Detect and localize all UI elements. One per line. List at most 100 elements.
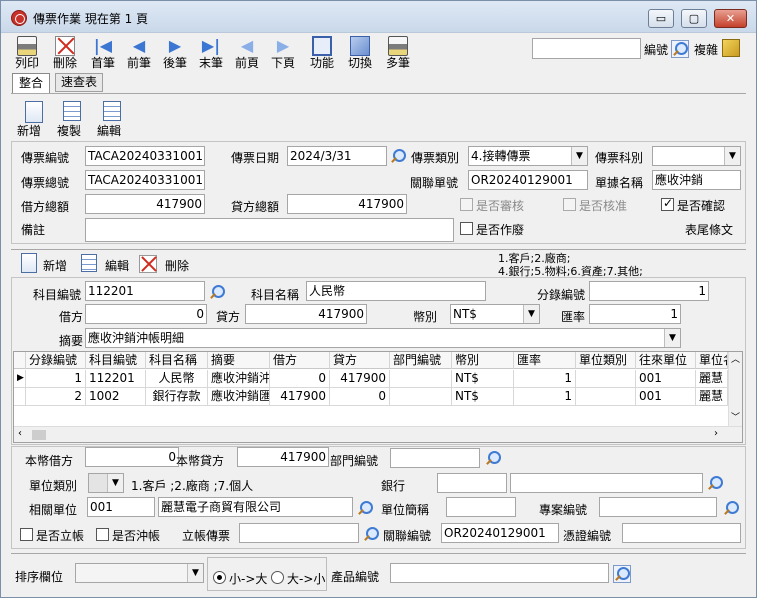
- table-cell[interactable]: [390, 370, 452, 388]
- vertical-scrollbar[interactable]: ︿ ﹀: [728, 352, 742, 426]
- tab-quick-lookup[interactable]: 速查表: [55, 73, 103, 92]
- bank-search-icon[interactable]: [707, 475, 723, 491]
- table-cell[interactable]: 2: [26, 388, 86, 406]
- related-code-field[interactable]: OR20240129001: [441, 523, 559, 543]
- credit-field[interactable]: 417900: [245, 304, 367, 324]
- column-header[interactable]: 往來單位: [636, 352, 696, 369]
- table-cell[interactable]: 417900: [330, 370, 390, 388]
- search-icon[interactable]: [671, 40, 689, 58]
- posted-checkbox[interactable]: [20, 528, 33, 541]
- next-page-button[interactable]: ▶ 下頁: [264, 34, 302, 72]
- column-header[interactable]: 貸方: [330, 352, 390, 369]
- table-cell[interactable]: 1: [514, 388, 576, 406]
- table-cell[interactable]: 112201: [86, 370, 146, 388]
- voided-checkbox[interactable]: [460, 222, 473, 235]
- voucher-subject-select[interactable]: ▼: [652, 146, 741, 166]
- last-record-button[interactable]: ▶| 末筆: [192, 34, 230, 72]
- entry-no-field[interactable]: 1: [589, 281, 709, 301]
- sort-field-select[interactable]: ▼: [75, 563, 204, 583]
- approved-checkbox[interactable]: [563, 198, 576, 211]
- delete-button[interactable]: 刪除: [46, 34, 84, 72]
- ledger-voucher-field[interactable]: [239, 523, 359, 543]
- table-cell[interactable]: 人民幣: [146, 370, 208, 388]
- table-cell[interactable]: 417900: [270, 388, 330, 406]
- voucher-date-field[interactable]: 2024/3/31: [287, 146, 387, 166]
- table-cell[interactable]: 0: [330, 388, 390, 406]
- table-cell[interactable]: 1: [26, 370, 86, 388]
- related-doc-field[interactable]: OR20240129001: [468, 170, 588, 190]
- table-cell[interactable]: 應收沖銷沖: [208, 370, 270, 388]
- summary-select[interactable]: 應收沖銷沖帳明細 ▼: [85, 328, 681, 348]
- reviewed-checkbox[interactable]: [460, 198, 473, 211]
- debit-total-field[interactable]: 417900: [85, 194, 205, 214]
- table-cell[interactable]: [390, 388, 452, 406]
- previous-record-button[interactable]: ◀ 前筆: [120, 34, 158, 72]
- column-header[interactable]: 匯率: [514, 352, 576, 369]
- print-button[interactable]: 列印: [8, 34, 46, 72]
- voucher-total-no-field[interactable]: TACA20240331001: [85, 170, 205, 190]
- column-header[interactable]: 單位名: [696, 352, 728, 369]
- table-cell[interactable]: 0: [270, 370, 330, 388]
- detail-edit-button[interactable]: 編輯: [105, 257, 129, 274]
- detail-delete-icon[interactable]: [139, 255, 157, 273]
- table-cell[interactable]: [576, 388, 636, 406]
- voucher-type-select[interactable]: 4.接轉傳票 ▼: [468, 146, 588, 166]
- new-document-icon[interactable]: [25, 101, 43, 123]
- detail-new-icon[interactable]: [21, 253, 37, 273]
- scroll-down-icon[interactable]: ﹀: [731, 410, 740, 423]
- detail-delete-button[interactable]: 刪除: [165, 257, 189, 274]
- horizontal-scroll-thumb[interactable]: [32, 430, 46, 440]
- bank-name-field[interactable]: [510, 473, 703, 493]
- detail-new-button[interactable]: 新增: [43, 257, 67, 274]
- table-cell[interactable]: 銀行存款: [146, 388, 208, 406]
- scroll-left-icon[interactable]: ‹: [18, 428, 22, 439]
- bank-code-field[interactable]: [437, 473, 507, 493]
- detail-edit-icon[interactable]: [81, 254, 97, 272]
- product-field[interactable]: [390, 563, 609, 583]
- unit-short-field[interactable]: [446, 497, 516, 517]
- column-header[interactable]: 摘要: [208, 352, 270, 369]
- scroll-right-icon[interactable]: ›: [714, 428, 718, 439]
- first-record-button[interactable]: |◀ 首筆: [84, 34, 122, 72]
- currency-select[interactable]: NT$ ▼: [450, 304, 540, 324]
- table-cell[interactable]: 001: [636, 388, 696, 406]
- table-cell[interactable]: 應收沖銷匯: [208, 388, 270, 406]
- offset-checkbox[interactable]: [96, 528, 109, 541]
- copy-document-icon[interactable]: [63, 101, 81, 121]
- previous-page-button[interactable]: ◀ 前頁: [228, 34, 266, 72]
- related-unit-name-field[interactable]: 麗慧電子商貿有限公司: [158, 497, 353, 517]
- function-button[interactable]: 功能: [303, 34, 341, 72]
- dept-search-icon[interactable]: [485, 450, 501, 466]
- table-cell[interactable]: 1002: [86, 388, 146, 406]
- local-debit-field[interactable]: 0: [85, 447, 179, 467]
- account-code-field[interactable]: 112201: [85, 281, 205, 301]
- related-unit-code-field[interactable]: 001: [87, 497, 155, 517]
- maximize-button[interactable]: ▢: [681, 9, 707, 28]
- voucher-no-field[interactable]: TACA20240331001: [85, 146, 205, 166]
- column-header[interactable]: 單位類別: [576, 352, 636, 369]
- multi-record-button[interactable]: 多筆: [379, 34, 417, 72]
- proof-field[interactable]: [622, 523, 741, 543]
- next-record-button[interactable]: ▶ 後筆: [156, 34, 194, 72]
- local-credit-field[interactable]: 417900: [237, 447, 329, 467]
- column-header[interactable]: 借方: [270, 352, 330, 369]
- new-button[interactable]: 新增: [17, 122, 41, 139]
- dept-field[interactable]: [390, 448, 480, 468]
- column-header[interactable]: 科目名稱: [146, 352, 208, 369]
- date-picker-icon[interactable]: [390, 148, 406, 164]
- voucher-search-input[interactable]: [532, 38, 641, 59]
- scroll-up-icon[interactable]: ︿: [731, 352, 740, 365]
- column-header[interactable]: 幣別: [452, 352, 514, 369]
- table-cell[interactable]: 001: [636, 370, 696, 388]
- horizontal-scrollbar[interactable]: ‹ ›: [14, 426, 742, 442]
- sort-ascending-radio[interactable]: [213, 571, 226, 584]
- doc-name-field[interactable]: 應收沖銷: [652, 170, 741, 190]
- table-cell[interactable]: NT$: [452, 388, 514, 406]
- debit-field[interactable]: 0: [85, 304, 207, 324]
- account-search-icon[interactable]: [209, 284, 225, 300]
- product-search-icon[interactable]: [613, 565, 631, 583]
- ledger-voucher-search-icon[interactable]: [363, 526, 379, 542]
- table-cell[interactable]: 麗慧: [696, 370, 728, 388]
- copy-tool-icon[interactable]: [722, 39, 740, 57]
- rate-field[interactable]: 1: [589, 304, 681, 324]
